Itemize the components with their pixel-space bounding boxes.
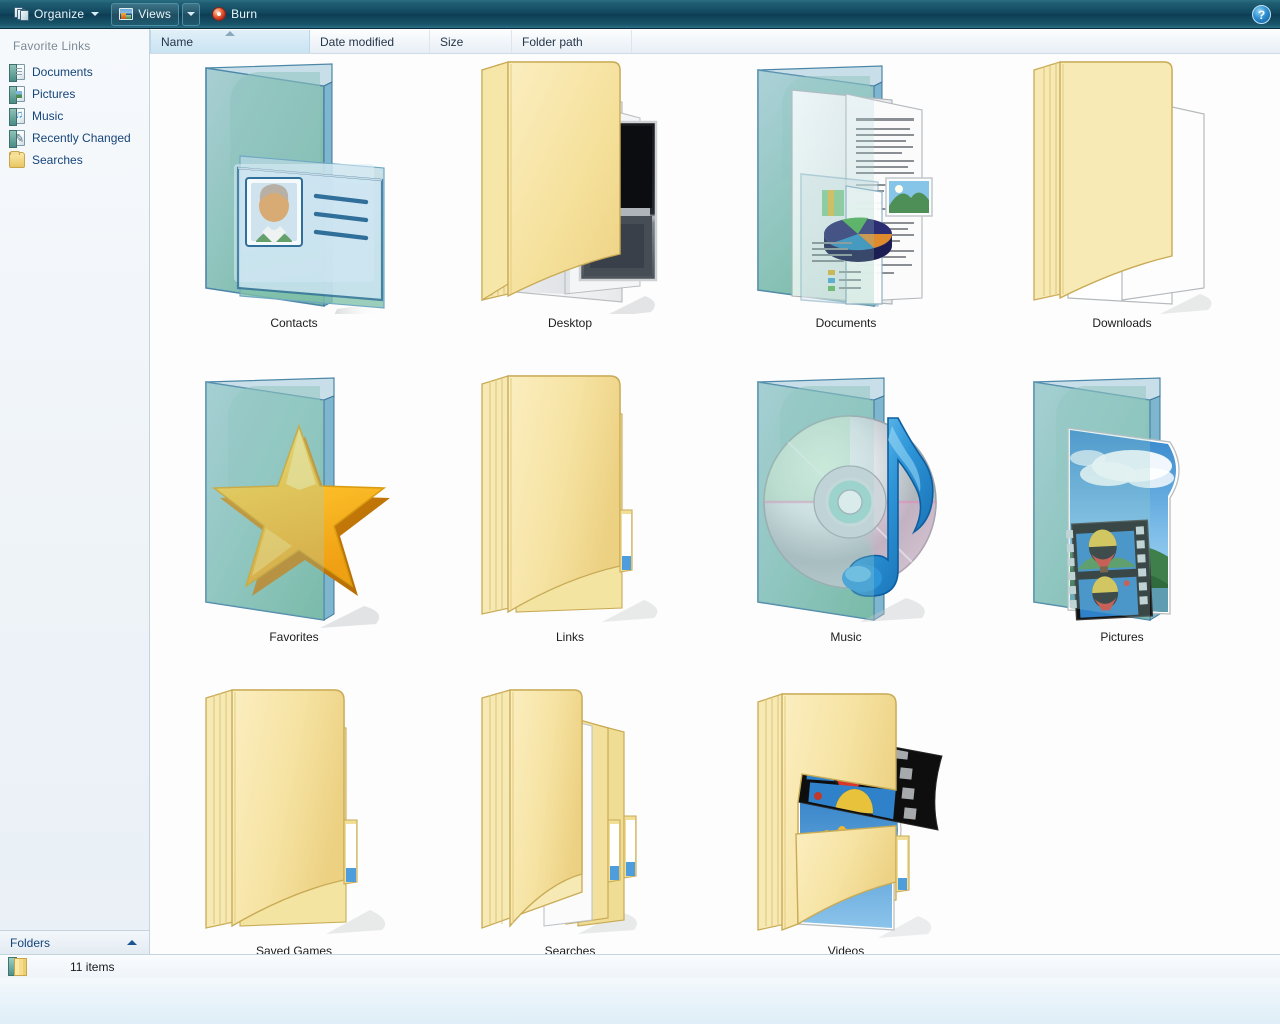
sidebar-item-label: Documents xyxy=(32,65,93,79)
status-bar: 11 items xyxy=(0,954,1280,978)
burn-button-label: Burn xyxy=(231,7,258,21)
documents-folder-icon xyxy=(746,56,946,314)
item-label: Downloads xyxy=(1092,316,1152,330)
desktop-strip xyxy=(0,978,1280,1024)
views-button-label: Views xyxy=(138,7,172,21)
sidebar-item-searches[interactable]: Searches xyxy=(0,149,149,171)
list-item[interactable]: Documents xyxy=(708,56,984,370)
recently-changed-icon xyxy=(9,130,25,148)
help-button-label: ? xyxy=(1257,7,1266,22)
music-folder-icon xyxy=(746,370,946,628)
searches-folder-icon xyxy=(9,151,25,168)
explorer-window: Organize Views Burn ? Favorite Links Doc… xyxy=(0,0,1280,1024)
organize-button[interactable]: Organize xyxy=(6,3,107,26)
chevron-up-icon xyxy=(127,940,137,945)
list-item[interactable]: Music xyxy=(708,370,984,684)
column-header-date-modified[interactable]: Date modified xyxy=(310,30,430,53)
column-header-label: Folder path xyxy=(522,34,583,49)
item-label: Desktop xyxy=(547,316,593,330)
views-button[interactable]: Views xyxy=(111,2,180,26)
icon-grid: Contacts Desktop Documents Downloads Fav… xyxy=(150,54,1280,954)
sort-ascending-icon xyxy=(225,31,235,36)
folders-label: Folders xyxy=(10,935,51,950)
downloads-folder-icon xyxy=(1022,56,1222,314)
sidebar-item-documents[interactable]: Documents xyxy=(0,61,149,83)
favorites-folder-icon xyxy=(194,370,394,628)
list-item[interactable]: Desktop xyxy=(432,56,708,370)
searches-folder-icon xyxy=(470,684,670,942)
column-header-label: Size xyxy=(440,34,464,49)
column-header-label: Date modified xyxy=(320,34,395,49)
sidebar-item-pictures[interactable]: Pictures xyxy=(0,83,149,105)
videos-folder-icon xyxy=(746,684,946,942)
item-label: Contacts xyxy=(270,316,318,330)
list-item[interactable]: Links xyxy=(432,370,708,684)
list-item[interactable]: Saved Games xyxy=(156,684,432,954)
saved-games-folder-icon xyxy=(194,684,394,942)
sidebar-item-label: Music xyxy=(32,109,64,123)
item-label: Videos xyxy=(827,944,865,954)
picture-icon xyxy=(119,8,134,20)
item-label: Links xyxy=(555,630,584,644)
list-item[interactable]: Contacts xyxy=(156,56,432,370)
favorite-links-heading: Favorite Links xyxy=(13,39,91,53)
item-label: Pictures xyxy=(1100,630,1144,644)
sidebar-item-music[interactable]: Music xyxy=(0,105,149,127)
list-item[interactable]: Searches xyxy=(432,684,708,954)
list-item[interactable]: Favorites xyxy=(156,370,432,684)
column-header-filler[interactable] xyxy=(632,30,1280,53)
item-label: Saved Games xyxy=(255,944,333,954)
file-list-view[interactable]: Contacts Desktop Documents Downloads Fav… xyxy=(150,54,1280,954)
organize-button-label: Organize xyxy=(34,7,85,21)
burn-button[interactable]: Burn xyxy=(204,3,265,26)
list-item[interactable]: Pictures xyxy=(984,370,1260,684)
item-label: Searches xyxy=(544,944,596,954)
item-label: Favorites xyxy=(269,630,319,644)
pictures-icon xyxy=(9,86,25,104)
help-icon[interactable]: ? xyxy=(1252,5,1271,24)
sidebar-item-label: Recently Changed xyxy=(32,131,131,145)
list-item[interactable]: Downloads xyxy=(984,56,1260,370)
chevron-down-icon xyxy=(187,12,196,16)
column-header-folder-path[interactable]: Folder path xyxy=(512,30,632,53)
chevron-down-icon xyxy=(91,12,100,16)
music-icon xyxy=(9,108,25,126)
item-count-label: 11 items xyxy=(70,959,115,974)
command-bar: Organize Views Burn ? xyxy=(0,0,1280,29)
column-header-row: Name Date modified Size Folder path xyxy=(150,30,1280,54)
sidebar-item-label: Pictures xyxy=(32,87,76,101)
links-folder-icon xyxy=(470,370,670,628)
column-header-size[interactable]: Size xyxy=(430,30,512,53)
folders-expander[interactable]: Folders xyxy=(0,930,149,954)
views-dropdown-button[interactable] xyxy=(182,2,201,26)
sidebar-item-recently-changed[interactable]: Recently Changed xyxy=(0,127,149,149)
column-header-label: Name xyxy=(161,34,194,49)
desktop-folder-icon xyxy=(470,56,670,318)
pictures-folder-icon xyxy=(1022,370,1222,628)
cd-burn-icon xyxy=(212,7,227,21)
navigation-pane: Favorite Links Documents Pictures Music … xyxy=(0,29,150,954)
documents-icon xyxy=(9,64,25,82)
stacked-pages-icon xyxy=(14,7,29,21)
column-header-name[interactable]: Name xyxy=(150,30,310,53)
contacts-folder-icon xyxy=(194,56,394,324)
folder-icon xyxy=(8,956,32,978)
list-item[interactable]: Videos xyxy=(708,684,984,954)
item-label: Documents xyxy=(815,316,877,330)
sidebar-item-label: Searches xyxy=(32,153,83,167)
item-label: Music xyxy=(830,630,862,644)
